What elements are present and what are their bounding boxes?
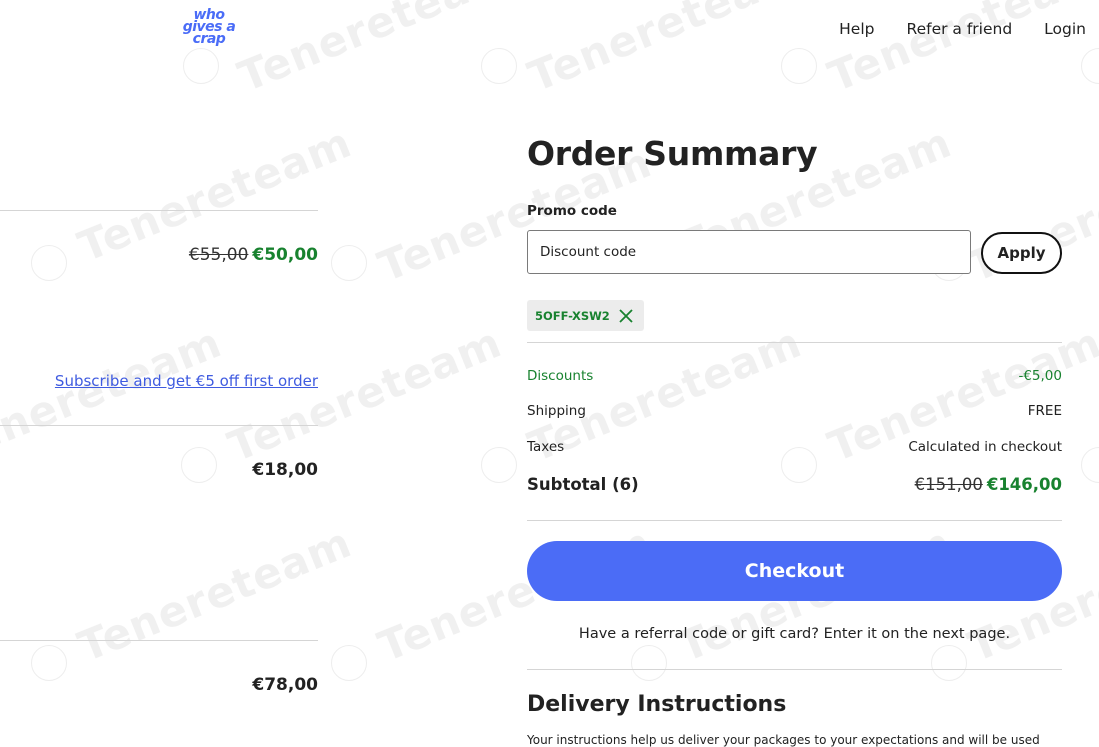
row-value: -€5,00 bbox=[1018, 368, 1062, 384]
watermark-seal-icon bbox=[31, 245, 67, 281]
divider bbox=[527, 669, 1062, 670]
taxes-row: Taxes Calculated in checkout bbox=[527, 439, 1062, 455]
subtotal-original: €151,00 bbox=[914, 475, 983, 494]
subtotal-value: €151,00 €146,00 bbox=[915, 475, 1062, 494]
watermark-seal-icon bbox=[1081, 447, 1099, 483]
divider bbox=[0, 640, 318, 641]
subtotal-final: €146,00 bbox=[986, 475, 1062, 494]
item-price: €55,00 €50,00 bbox=[189, 245, 318, 265]
referral-note: Have a referral code or gift card? Enter… bbox=[578, 626, 1011, 642]
divider bbox=[527, 342, 1062, 343]
nav-login-link[interactable]: Login bbox=[1044, 20, 1086, 38]
top-nav: Help Refer a friend Login bbox=[839, 20, 1086, 38]
watermark-text: Tenereteam bbox=[231, 0, 519, 102]
divider bbox=[0, 210, 318, 211]
item-price: €78,00 bbox=[252, 675, 318, 695]
subscribe-link[interactable]: Subscribe and get €5 off first order bbox=[55, 372, 318, 390]
watermark-text: Tenereteam bbox=[0, 317, 229, 472]
row-value: FREE bbox=[1027, 403, 1062, 419]
watermark-text: Tenereteam bbox=[521, 0, 809, 102]
applied-promo-code: 5OFF-XSW2 bbox=[535, 308, 610, 323]
watermark-seal-icon bbox=[481, 447, 517, 483]
watermark-seal-icon bbox=[931, 645, 967, 681]
watermark-text: Tenereteam bbox=[71, 517, 359, 672]
page-title: Order Summary bbox=[527, 134, 818, 173]
watermark-text: Tenereteam bbox=[221, 317, 509, 472]
delivery-instructions-text: Your instructions help us deliver your p… bbox=[527, 733, 1040, 747]
watermark-seal-icon bbox=[181, 447, 217, 483]
promo-code-input[interactable] bbox=[527, 230, 971, 274]
row-label: Taxes bbox=[527, 439, 565, 455]
subtotal-label: Subtotal (6) bbox=[527, 475, 639, 494]
watermark-seal-icon bbox=[331, 245, 367, 281]
delivery-instructions-title: Delivery Instructions bbox=[527, 692, 787, 717]
divider bbox=[527, 520, 1062, 521]
watermark-seal-icon bbox=[31, 645, 67, 681]
watermark-seal-icon bbox=[481, 48, 517, 84]
subtotal-row: Subtotal (6) €151,00 €146,00 bbox=[527, 475, 1062, 494]
row-label: Discounts bbox=[527, 368, 594, 384]
nav-help-link[interactable]: Help bbox=[839, 20, 874, 38]
original-price: €55,00 bbox=[188, 245, 249, 265]
watermark-seal-icon bbox=[781, 48, 817, 84]
watermark-seal-icon bbox=[183, 48, 219, 84]
close-icon[interactable] bbox=[618, 308, 634, 324]
brand-logo[interactable]: who gives a crap bbox=[178, 8, 240, 46]
watermark-seal-icon bbox=[1081, 48, 1099, 84]
shipping-row: Shipping FREE bbox=[527, 403, 1062, 419]
nav-refer-friend-link[interactable]: Refer a friend bbox=[907, 20, 1013, 38]
row-label: Shipping bbox=[527, 403, 586, 419]
promo-code-label: Promo code bbox=[527, 203, 617, 219]
sale-price: €50,00 bbox=[252, 245, 318, 265]
row-value: Calculated in checkout bbox=[908, 439, 1062, 455]
watermark-seal-icon bbox=[331, 645, 367, 681]
watermark-text: Tenereteam bbox=[821, 0, 1099, 102]
discount-row: Discounts -€5,00 bbox=[527, 368, 1062, 384]
watermark-seal-icon bbox=[631, 645, 667, 681]
divider bbox=[0, 425, 318, 426]
applied-promo-chip: 5OFF-XSW2 bbox=[527, 300, 644, 331]
checkout-button[interactable]: Checkout bbox=[527, 541, 1062, 601]
apply-button[interactable]: Apply bbox=[981, 232, 1062, 274]
item-price: €18,00 bbox=[252, 460, 318, 480]
